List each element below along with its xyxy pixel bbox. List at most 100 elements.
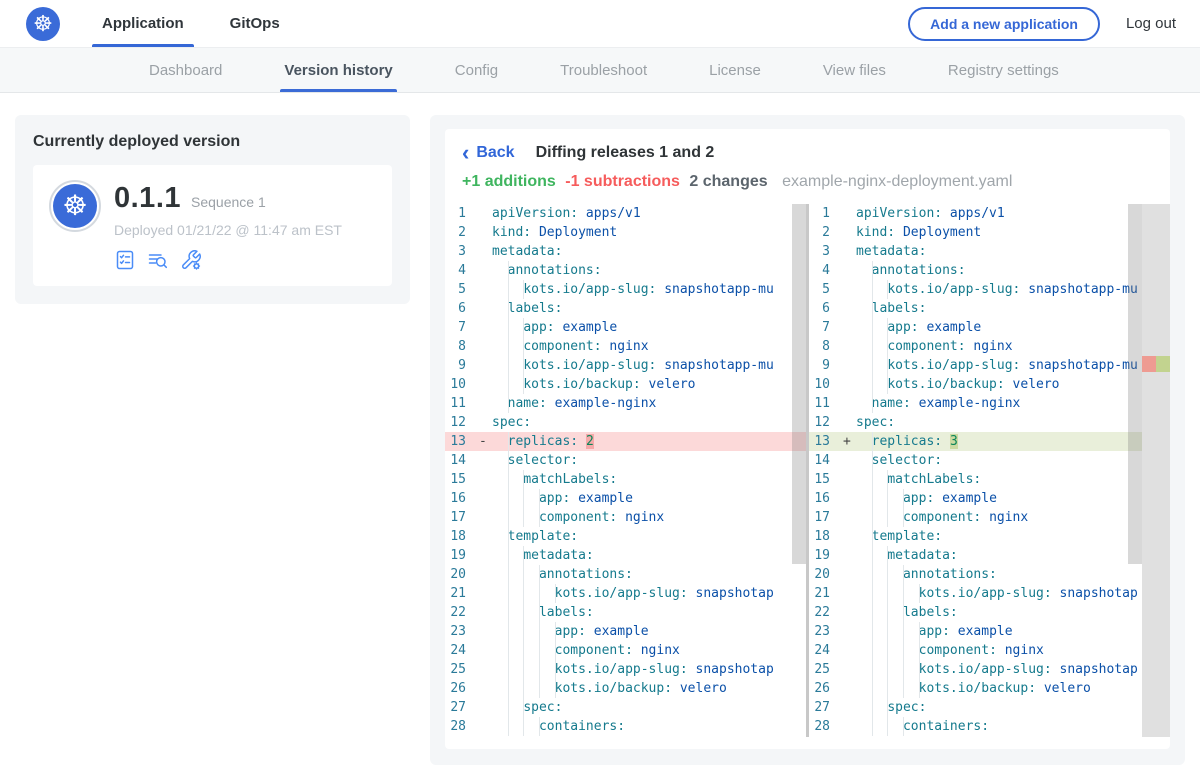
view-files-icon[interactable] bbox=[147, 249, 169, 271]
code-line: 17 component: nginx bbox=[809, 508, 1170, 527]
code-line: 20 annotations: bbox=[445, 565, 806, 584]
tab-application[interactable]: Application bbox=[92, 0, 194, 47]
code-line: 10 kots.io/backup: velero bbox=[809, 375, 1170, 394]
code-line: 13+ replicas: 3 bbox=[809, 432, 1170, 451]
code-line: 27 spec: bbox=[445, 698, 806, 717]
code-line: 5 kots.io/app-slug: snapshotapp-mu bbox=[445, 280, 806, 299]
code-line: 27 spec: bbox=[809, 698, 1170, 717]
navbar-right: Add a new application Log out bbox=[908, 7, 1176, 41]
code-line: 4 annotations: bbox=[445, 261, 806, 280]
code-line: 21 kots.io/app-slug: snapshotap bbox=[809, 584, 1170, 603]
sequence-label: Sequence 1 bbox=[191, 194, 266, 210]
code-line: 2kind: Deployment bbox=[445, 223, 806, 242]
code-line: 23 app: example bbox=[445, 622, 806, 641]
tab-gitops[interactable]: GitOps bbox=[220, 0, 290, 47]
code-line: 12spec: bbox=[445, 413, 806, 432]
code-line: 26 kots.io/backup: velero bbox=[445, 679, 806, 698]
code-line: 5 kots.io/app-slug: snapshotapp-mu bbox=[809, 280, 1170, 299]
deployed-version-row: ☸ 0.1.1 Sequence 1 Deployed 01/21/22 @ 1… bbox=[33, 165, 392, 286]
code-line: 11 name: example-nginx bbox=[809, 394, 1170, 413]
deletion-marker bbox=[1142, 356, 1156, 372]
code-line: 13- replicas: 2 bbox=[445, 432, 806, 451]
code-line: 16 app: example bbox=[809, 489, 1170, 508]
deployed-card-title: Currently deployed version bbox=[33, 133, 392, 151]
diff-pane-modified[interactable]: 1apiVersion: apps/v12kind: Deployment3me… bbox=[809, 204, 1170, 737]
code-line: 10 kots.io/backup: velero bbox=[445, 375, 806, 394]
code-line: 8 component: nginx bbox=[809, 337, 1170, 356]
diff-pane-original[interactable]: 1apiVersion: apps/v12kind: Deployment3me… bbox=[445, 204, 806, 737]
code-line: 11 name: example-nginx bbox=[445, 394, 806, 413]
code-line: 19 metadata: bbox=[445, 546, 806, 565]
code-line: 22 labels: bbox=[445, 603, 806, 622]
diff-filename: example-nginx-deployment.yaml bbox=[782, 173, 1012, 190]
code-line: 6 labels: bbox=[445, 299, 806, 318]
code-line: 7 app: example bbox=[445, 318, 806, 337]
app-subnav: Dashboard Version history Config Trouble… bbox=[0, 48, 1200, 93]
code-line: 1apiVersion: apps/v1 bbox=[445, 204, 806, 223]
code-line: 16 app: example bbox=[445, 489, 806, 508]
left-pane-scrollbar[interactable] bbox=[792, 204, 806, 564]
version-actions bbox=[114, 249, 342, 271]
code-line: 18 template: bbox=[809, 527, 1170, 546]
code-line: 25 kots.io/app-slug: snapshotap bbox=[445, 660, 806, 679]
tab-view-files[interactable]: View files bbox=[819, 48, 890, 92]
code-line: 20 annotations: bbox=[809, 565, 1170, 584]
diff-panel: ‹ Back Diffing releases 1 and 2 +1 addit… bbox=[445, 129, 1170, 749]
tab-dashboard[interactable]: Dashboard bbox=[145, 48, 226, 92]
code-line: 24 component: nginx bbox=[445, 641, 806, 660]
code-line: 1apiVersion: apps/v1 bbox=[809, 204, 1170, 223]
code-line: 24 component: nginx bbox=[809, 641, 1170, 660]
diff-editors: 1apiVersion: apps/v12kind: Deployment3me… bbox=[445, 204, 1170, 737]
additions-count: +1 additions bbox=[462, 173, 556, 190]
code-line: 3metadata: bbox=[809, 242, 1170, 261]
subtractions-count: -1 subtractions bbox=[565, 173, 680, 190]
nav-tabs: Application GitOps bbox=[92, 0, 316, 47]
main-content: Currently deployed version ☸ 0.1.1 Seque… bbox=[0, 93, 1200, 765]
code-line: 15 matchLabels: bbox=[809, 470, 1170, 489]
code-line: 28 containers: bbox=[445, 717, 806, 736]
code-line: 25 kots.io/app-slug: snapshotap bbox=[809, 660, 1170, 679]
deployed-version-card: Currently deployed version ☸ 0.1.1 Seque… bbox=[15, 115, 410, 304]
preflight-checklist-icon[interactable] bbox=[114, 249, 136, 271]
chevron-left-icon: ‹ bbox=[462, 145, 469, 161]
code-line: 12spec: bbox=[809, 413, 1170, 432]
diff-stats: +1 additions -1 subtractions 2 changes e… bbox=[445, 173, 1170, 191]
code-line: 9 kots.io/app-slug: snapshotapp-mu bbox=[809, 356, 1170, 375]
diff-header: ‹ Back Diffing releases 1 and 2 bbox=[445, 144, 1170, 162]
kubernetes-wheel-icon: ☸ bbox=[53, 184, 97, 228]
code-line: 3metadata: bbox=[445, 242, 806, 261]
code-line: 23 app: example bbox=[809, 622, 1170, 641]
add-application-button[interactable]: Add a new application bbox=[908, 7, 1100, 41]
logout-link[interactable]: Log out bbox=[1126, 15, 1176, 32]
code-line: 14 selector: bbox=[809, 451, 1170, 470]
code-line: 18 template: bbox=[445, 527, 806, 546]
code-line: 6 labels: bbox=[809, 299, 1170, 318]
code-line: 14 selector: bbox=[445, 451, 806, 470]
deployed-timestamp: Deployed 01/21/22 @ 11:47 am EST bbox=[114, 222, 342, 238]
addition-marker bbox=[1156, 356, 1170, 372]
diff-title: Diffing releases 1 and 2 bbox=[536, 144, 715, 162]
configure-icon[interactable] bbox=[180, 249, 202, 271]
code-line: 8 component: nginx bbox=[445, 337, 806, 356]
changes-count: 2 changes bbox=[689, 173, 767, 190]
back-link[interactable]: ‹ Back bbox=[462, 144, 515, 162]
tab-version-history[interactable]: Version history bbox=[280, 48, 396, 92]
code-line: 9 kots.io/app-slug: snapshotapp-mu bbox=[445, 356, 806, 375]
version-info: 0.1.1 Sequence 1 Deployed 01/21/22 @ 11:… bbox=[114, 180, 342, 271]
right-pane-scrollbar[interactable] bbox=[1128, 204, 1142, 564]
code-line: 21 kots.io/app-slug: snapshotap bbox=[445, 584, 806, 603]
top-navbar: ☸ Application GitOps Add a new applicati… bbox=[0, 0, 1200, 48]
version-number: 0.1.1 bbox=[114, 182, 181, 215]
tab-config[interactable]: Config bbox=[451, 48, 502, 92]
code-line: 17 component: nginx bbox=[445, 508, 806, 527]
tab-registry-settings[interactable]: Registry settings bbox=[944, 48, 1063, 92]
code-line: 15 matchLabels: bbox=[445, 470, 806, 489]
code-line: 28 containers: bbox=[809, 717, 1170, 736]
back-label: Back bbox=[476, 144, 514, 162]
tab-troubleshoot[interactable]: Troubleshoot bbox=[556, 48, 651, 92]
code-line: 22 labels: bbox=[809, 603, 1170, 622]
kubernetes-logo-icon: ☸ bbox=[26, 7, 60, 41]
code-line: 7 app: example bbox=[809, 318, 1170, 337]
code-line: 4 annotations: bbox=[809, 261, 1170, 280]
tab-license[interactable]: License bbox=[705, 48, 765, 92]
